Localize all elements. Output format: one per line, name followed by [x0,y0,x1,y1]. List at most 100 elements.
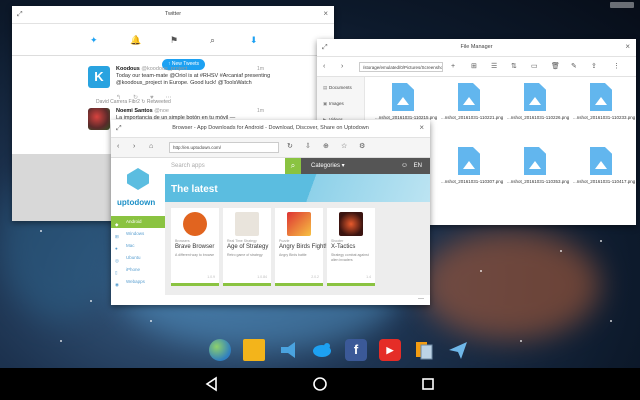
site-sidebar: uptodown ◆ Android ⊞ Windows ● Mac ◎ Ubuntu … [111,158,165,295]
file-item[interactable]: ...nshot_20161031-110353.png [507,147,569,184]
avatar[interactable]: K [88,66,110,88]
tweet-time: 1m [257,66,264,72]
share-icon[interactable]: ⇪ [591,63,597,70]
reload-icon[interactable]: ↻ [287,143,293,150]
app-card[interactable]: Real Time Strategy Age of Strategy Retro… [223,208,271,286]
bookmark-icon[interactable]: ☆ [341,143,347,150]
user-icon[interactable]: ☺ [401,158,408,174]
home-icon[interactable] [312,376,328,392]
category-mac[interactable]: ● Mac [111,240,165,252]
home-tab-icon[interactable]: ✦ [90,36,98,45]
back-icon[interactable] [204,376,220,392]
app-card[interactable]: Puzzle Angry Birds Fight! Angry Birds ba… [275,208,327,286]
category-android[interactable]: ◆ Android [111,216,165,228]
app-version: 1.0.9 [207,275,215,279]
close-icon[interactable]: × [419,124,424,132]
window-title: Browser - App Downloads for Android - Do… [172,125,369,131]
close-icon[interactable]: × [625,43,630,51]
back-icon[interactable]: ‹ [117,143,119,150]
file-name: ...nshot_20161031-110417.png [573,179,636,184]
grid-view-icon[interactable]: ⊞ [471,63,477,70]
expand-icon[interactable]: ⤢ [17,11,23,18]
back-icon[interactable]: ‹ [323,63,325,70]
recents-icon[interactable] [420,376,436,392]
forward-icon[interactable]: › [133,143,135,150]
folder-icon[interactable]: ▭ [531,63,538,70]
list-view-icon[interactable]: ☰ [491,63,497,70]
expand-icon[interactable]: ⤢ [322,44,328,51]
search-icon[interactable]: ⌕ [285,158,301,174]
tweet-author[interactable]: Noemi Santos [116,108,153,114]
avatar[interactable] [88,108,110,130]
system-status-icons [610,2,634,8]
browser-bottom-bar: — [111,295,430,305]
files-app-icon[interactable] [243,339,265,361]
moments-tab-icon[interactable]: ⚑ [170,36,178,45]
globe-app-icon[interactable] [209,339,231,361]
url-input[interactable]: http://en.uptodown.com/ [169,142,279,153]
uptodown-logo-icon[interactable] [127,168,149,190]
image-file-icon [458,147,480,175]
close-icon[interactable]: × [323,10,328,18]
site-logo-text[interactable]: uptodown [117,198,155,207]
notifications-tab-icon[interactable]: 🔔 [130,36,141,45]
search-tab-icon[interactable]: ⌕ [210,36,215,45]
category-iphone[interactable]: ▯ iPhone [111,264,165,276]
file-item[interactable]: ...nshot_20161031-110417.png [573,147,636,184]
banner-title: The latest [171,184,218,195]
minimize-icon[interactable]: — [418,296,424,302]
menu-icon[interactable]: ⋮ [613,63,620,70]
category-ubuntu[interactable]: ◎ Ubuntu [111,252,165,264]
category-windows[interactable]: ⊞ Windows [111,228,165,240]
tweet-handle: @noe [154,108,169,114]
twitter-app-icon[interactable] [311,339,333,361]
app-version: 2.0.2 [311,275,319,279]
zoom-icon[interactable]: ⊕ [323,143,329,150]
browser-window[interactable]: ⤢ Browser - App Downloads for Android - … [111,120,430,305]
tweet-body: Koodous @koodous_project Today our team-… [116,66,274,87]
sidebar-item-label: Documents [329,85,352,90]
browser-toolbar: ‹ › ⌂ http://en.uptodown.com/ ↻ ⇩ ⊕ ☆ ⚙ [111,138,430,158]
expand-icon[interactable]: ⤢ [116,125,122,132]
sidebar-item-images[interactable]: ▣ Images [323,101,344,107]
category-label: Webapps [126,279,145,284]
path-field[interactable]: /storage/emulated/0/Pictures/Screenshots [359,62,443,72]
multitask-app-icon[interactable] [413,339,435,361]
site-search-input[interactable]: Search apps [165,158,285,174]
download-icon[interactable]: ⇩ [305,143,311,150]
categories-label[interactable]: Categories ▾ [311,163,345,169]
home-icon[interactable]: ⌂ [149,143,153,150]
iphone-icon: ▯ [115,270,118,275]
profile-tab-icon[interactable]: ⬇ [250,36,258,45]
app-card[interactable]: Browsers Brave Browser A different way t… [171,208,219,286]
app-card[interactable]: Shooter X-Tactics Strategy combat agains… [327,208,375,286]
twitter-titlebar[interactable]: ⤢ Twitter × [12,6,334,24]
x-tactics-icon [339,212,363,236]
settings-icon[interactable]: ⚙ [359,143,365,150]
sort-icon[interactable]: ⇅ [511,63,517,70]
edit-icon[interactable]: ✎ [571,63,577,70]
categories-menu[interactable]: Categories ▾ ☺ EN [301,158,430,174]
file-item[interactable]: ...nshot_20161031-110221.png [441,83,503,120]
file-item[interactable]: ...nshot_20161031-110307.png [441,147,503,184]
retweet-label: David Carrera Fibr2 ↻ Retweeted [96,99,171,105]
facebook-app-icon[interactable]: f [345,339,367,361]
forward-icon[interactable]: › [341,63,343,70]
file-item[interactable]: ...nshot_20161031-110233.png [573,83,635,120]
category-webapps[interactable]: ◉ Webapps [111,276,165,288]
app-name: Brave Browser [175,244,215,250]
paper-plane-app-icon[interactable] [447,339,469,361]
image-file-icon [524,83,546,111]
youtube-app-icon[interactable]: ▶ [379,339,401,361]
file-item[interactable]: ...nshot_20161031-110215.png [375,83,437,120]
file-item[interactable]: ...nshot_20161031-110226.png [507,83,570,120]
browser-titlebar[interactable]: ⤢ Browser - App Downloads for Android - … [111,120,430,138]
add-icon[interactable]: + [451,63,455,70]
delete-icon[interactable]: 🗑 [551,63,560,70]
tweet-author[interactable]: Koodous [116,66,140,72]
megaphone-app-icon[interactable] [277,339,299,361]
file-manager-titlebar[interactable]: ⤢ File Manager × [317,39,636,57]
sidebar-item-documents[interactable]: ▤ Documents [323,85,352,91]
language-selector[interactable]: EN [414,158,422,174]
file-name: ...nshot_20161031-110226.png [507,115,570,120]
